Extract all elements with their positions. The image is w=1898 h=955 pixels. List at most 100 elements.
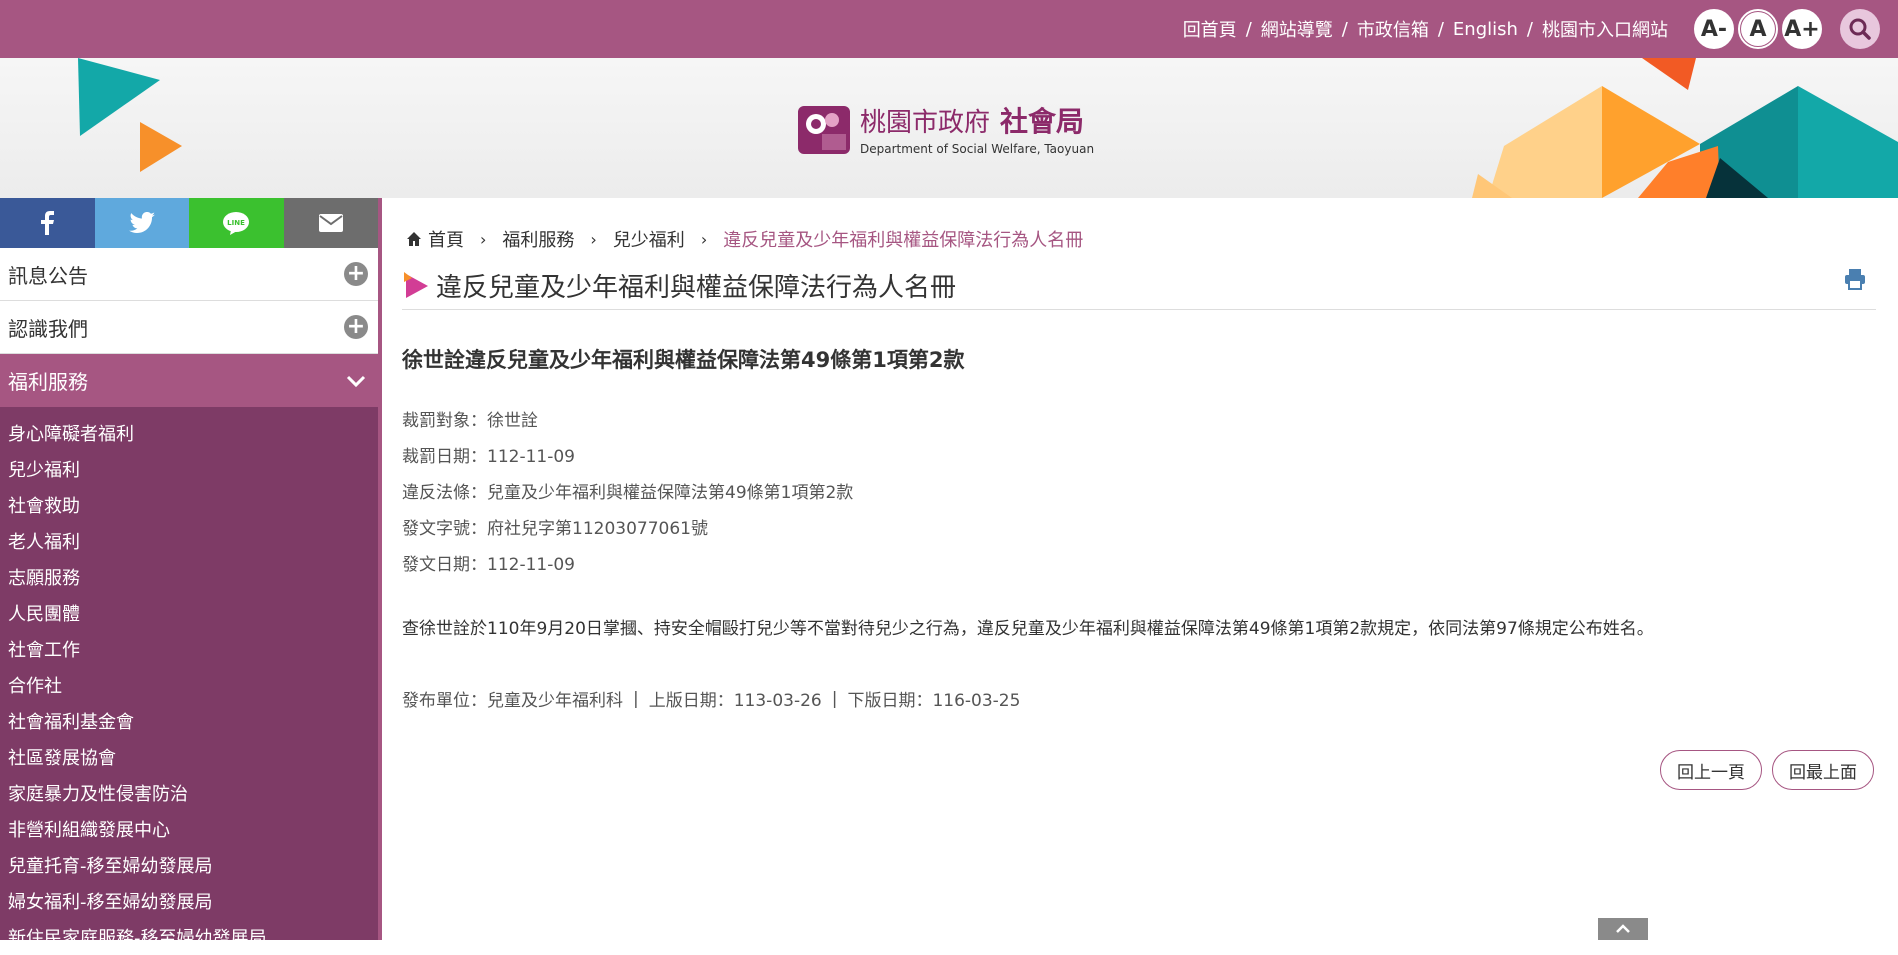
field-issue-date: 發文日期：112-11-09	[402, 554, 575, 575]
breadcrumb-home[interactable]: 首頁	[428, 226, 464, 252]
share-facebook-button[interactable]	[0, 198, 95, 248]
print-icon	[1845, 269, 1865, 290]
search-icon	[1849, 18, 1871, 40]
font-large-button[interactable]: A+	[1782, 9, 1822, 49]
sidebar-subitem[interactable]: 老人福利	[0, 523, 378, 559]
social-share-bar: LINE	[0, 198, 378, 248]
page-title-bar: 違反兒童及少年福利與權益保障法行為人名冊	[402, 262, 1876, 310]
sidebar-submenu: 身心障礙者福利 兒少福利 社會救助 老人福利 志願服務 人民團體 社會工作 合作…	[0, 407, 378, 955]
link-home[interactable]: 回首頁	[1183, 16, 1237, 42]
back-to-top-button[interactable]: 回最上面	[1772, 750, 1874, 790]
logo-english: Department of Social Welfare, Taoyuan	[860, 142, 1095, 156]
share-line-button[interactable]: LINE	[189, 198, 284, 248]
print-button[interactable]	[1844, 268, 1866, 294]
sidebar-top-menu: 訊息公告 + 認識我們 +	[0, 248, 378, 354]
font-small-button[interactable]: A-	[1694, 9, 1734, 49]
article-meta: 發布單位：兒童及少年福利科 | 上版日期：113-03-26 | 下版日期：11…	[402, 686, 1021, 712]
link-english[interactable]: English	[1453, 19, 1518, 40]
sidebar-subitem[interactable]: 合作社	[0, 667, 378, 703]
top-links: 回首頁 / 網站導覽 / 市政信箱 / English / 桃園市入口網站	[1183, 16, 1668, 42]
top-bar: 回首頁 / 網站導覽 / 市政信箱 / English / 桃園市入口網站 A-…	[0, 0, 1898, 58]
header-banner: 桃園市政府 社會局 Department of Social Welfare, …	[0, 58, 1898, 198]
sidebar-subitem[interactable]: 新住民家庭服務-移至婦幼發展局	[0, 919, 378, 955]
chevron-right-icon: ›	[590, 229, 597, 249]
chevron-down-icon	[346, 375, 366, 387]
sidebar-subitem[interactable]: 非營利組織發展中心	[0, 811, 378, 847]
sidebar-subitem[interactable]: 家庭暴力及性侵害防治	[0, 775, 378, 811]
chevron-up-icon	[1616, 924, 1630, 933]
home-icon	[407, 232, 421, 246]
logo-city: 桃園市政府	[860, 108, 991, 138]
meta-publisher: 發布單位：兒童及少年福利科	[402, 691, 623, 711]
font-medium-label: A	[1741, 12, 1775, 46]
sidebar-subitem[interactable]: 婦女福利-移至婦幼發展局	[0, 883, 378, 919]
link-portal[interactable]: 桃園市入口網站	[1542, 16, 1668, 42]
share-twitter-button[interactable]	[94, 198, 189, 248]
breadcrumb: 首頁 › 福利服務 › 兒少福利 › 違反兒童及少年福利與權益保障法行為人名冊	[406, 226, 1089, 252]
separator: |	[633, 688, 639, 709]
sidebar-item-welfare-services[interactable]: 福利服務	[0, 354, 378, 407]
sidebar-subitem[interactable]: 身心障礙者福利	[0, 415, 378, 451]
separator: /	[1341, 18, 1348, 40]
article-fields: 裁罰對象：徐世詮 裁罰日期：112-11-09 違反法條：兒童及少年福利與權益保…	[402, 400, 853, 580]
play-triangle-icon	[404, 271, 428, 298]
logo-icon	[796, 100, 852, 156]
sidebar-subitem[interactable]: 人民團體	[0, 595, 378, 631]
meta-publish-date: 上版日期：113-03-26	[648, 691, 822, 711]
sidebar-subitem[interactable]: 志願服務	[0, 559, 378, 595]
sidebar-subitem[interactable]: 兒少福利	[0, 451, 378, 487]
field-violated-law: 違反法條：兒童及少年福利與權益保障法第49條第1項第2款	[402, 482, 854, 503]
twitter-icon	[128, 212, 155, 233]
meta-unpublish-date: 下版日期：116-03-25	[847, 691, 1021, 711]
logo-dept: 社會局	[1000, 105, 1085, 138]
line-icon: LINE	[223, 212, 250, 235]
font-medium-button[interactable]: A	[1738, 9, 1778, 49]
svg-text:LINE: LINE	[227, 219, 245, 227]
back-button[interactable]: 回上一頁	[1660, 750, 1762, 790]
link-mailbox[interactable]: 市政信箱	[1357, 16, 1429, 42]
scroll-top-tab[interactable]	[1598, 918, 1648, 940]
sidebar-item-about[interactable]: 認識我們 +	[0, 301, 378, 354]
font-size-controls: A- A A+	[1690, 9, 1822, 49]
logo-zh: 桃園市政府 社會局	[860, 100, 1094, 140]
field-penalty-target: 裁罰對象：徐世詮	[402, 410, 538, 431]
logo-text: 桃園市政府 社會局 Department of Social Welfare, …	[860, 100, 1094, 156]
plus-icon: +	[344, 262, 368, 286]
link-sitemap[interactable]: 網站導覽	[1261, 16, 1333, 42]
decorative-triangles-right	[1472, 58, 1898, 198]
article-title: 徐世詮違反兒童及少年福利與權益保障法第49條第1項第2款	[402, 348, 965, 372]
separator: |	[831, 688, 838, 709]
chevron-right-icon: ›	[480, 229, 487, 249]
share-email-button[interactable]	[283, 198, 378, 248]
plus-icon: +	[344, 315, 368, 339]
sidebar-subitem[interactable]: 社區發展協會	[0, 739, 378, 775]
page-buttons: 回上一頁 回最上面	[1650, 750, 1874, 790]
search-button[interactable]	[1840, 9, 1880, 49]
sidebar-item-label: 福利服務	[8, 370, 88, 394]
sidebar-item-label: 訊息公告	[8, 263, 88, 288]
decorative-triangles-left	[78, 58, 182, 172]
site-logo[interactable]: 桃園市政府 社會局 Department of Social Welfare, …	[796, 100, 1094, 156]
separator: /	[1526, 18, 1533, 40]
sidebar-subitem[interactable]: 社會救助	[0, 487, 378, 523]
sidebar-item-announcements[interactable]: 訊息公告 +	[0, 248, 378, 301]
breadcrumb-children[interactable]: 兒少福利	[613, 226, 685, 252]
facebook-icon	[41, 211, 55, 235]
sidebar-subitem[interactable]: 社會工作	[0, 631, 378, 667]
separator: /	[1437, 18, 1444, 40]
breadcrumb-current: 違反兒童及少年福利與權益保障法行為人名冊	[723, 230, 1084, 251]
sidebar-subitem[interactable]: 社會福利基金會	[0, 703, 378, 739]
field-penalty-date: 裁罰日期：112-11-09	[402, 446, 575, 467]
sidebar: 訊息公告 + 認識我們 + 福利服務 身心障礙者福利 兒少福利 社會救助 老人福…	[0, 248, 378, 949]
separator: /	[1245, 18, 1252, 40]
field-document-number: 發文字號：府社兒字第11203077061號	[402, 518, 708, 539]
breadcrumb-welfare[interactable]: 福利服務	[502, 226, 574, 252]
sidebar-subitem[interactable]: 兒童托育-移至婦幼發展局	[0, 847, 378, 883]
sidebar-divider	[378, 198, 382, 940]
page-title: 違反兒童及少年福利與權益保障法行為人名冊	[436, 273, 957, 303]
chevron-right-icon: ›	[700, 229, 708, 249]
main-content: 首頁 › 福利服務 › 兒少福利 › 違反兒童及少年福利與權益保障法行為人名冊 …	[402, 198, 1876, 940]
article-description: 查徐世詮於110年9月20日掌摑、持安全帽毆打兒少等不當對待兒少之行為，違反兒童…	[402, 619, 1654, 639]
mail-icon	[318, 214, 343, 232]
sidebar-item-label: 認識我們	[8, 316, 88, 341]
